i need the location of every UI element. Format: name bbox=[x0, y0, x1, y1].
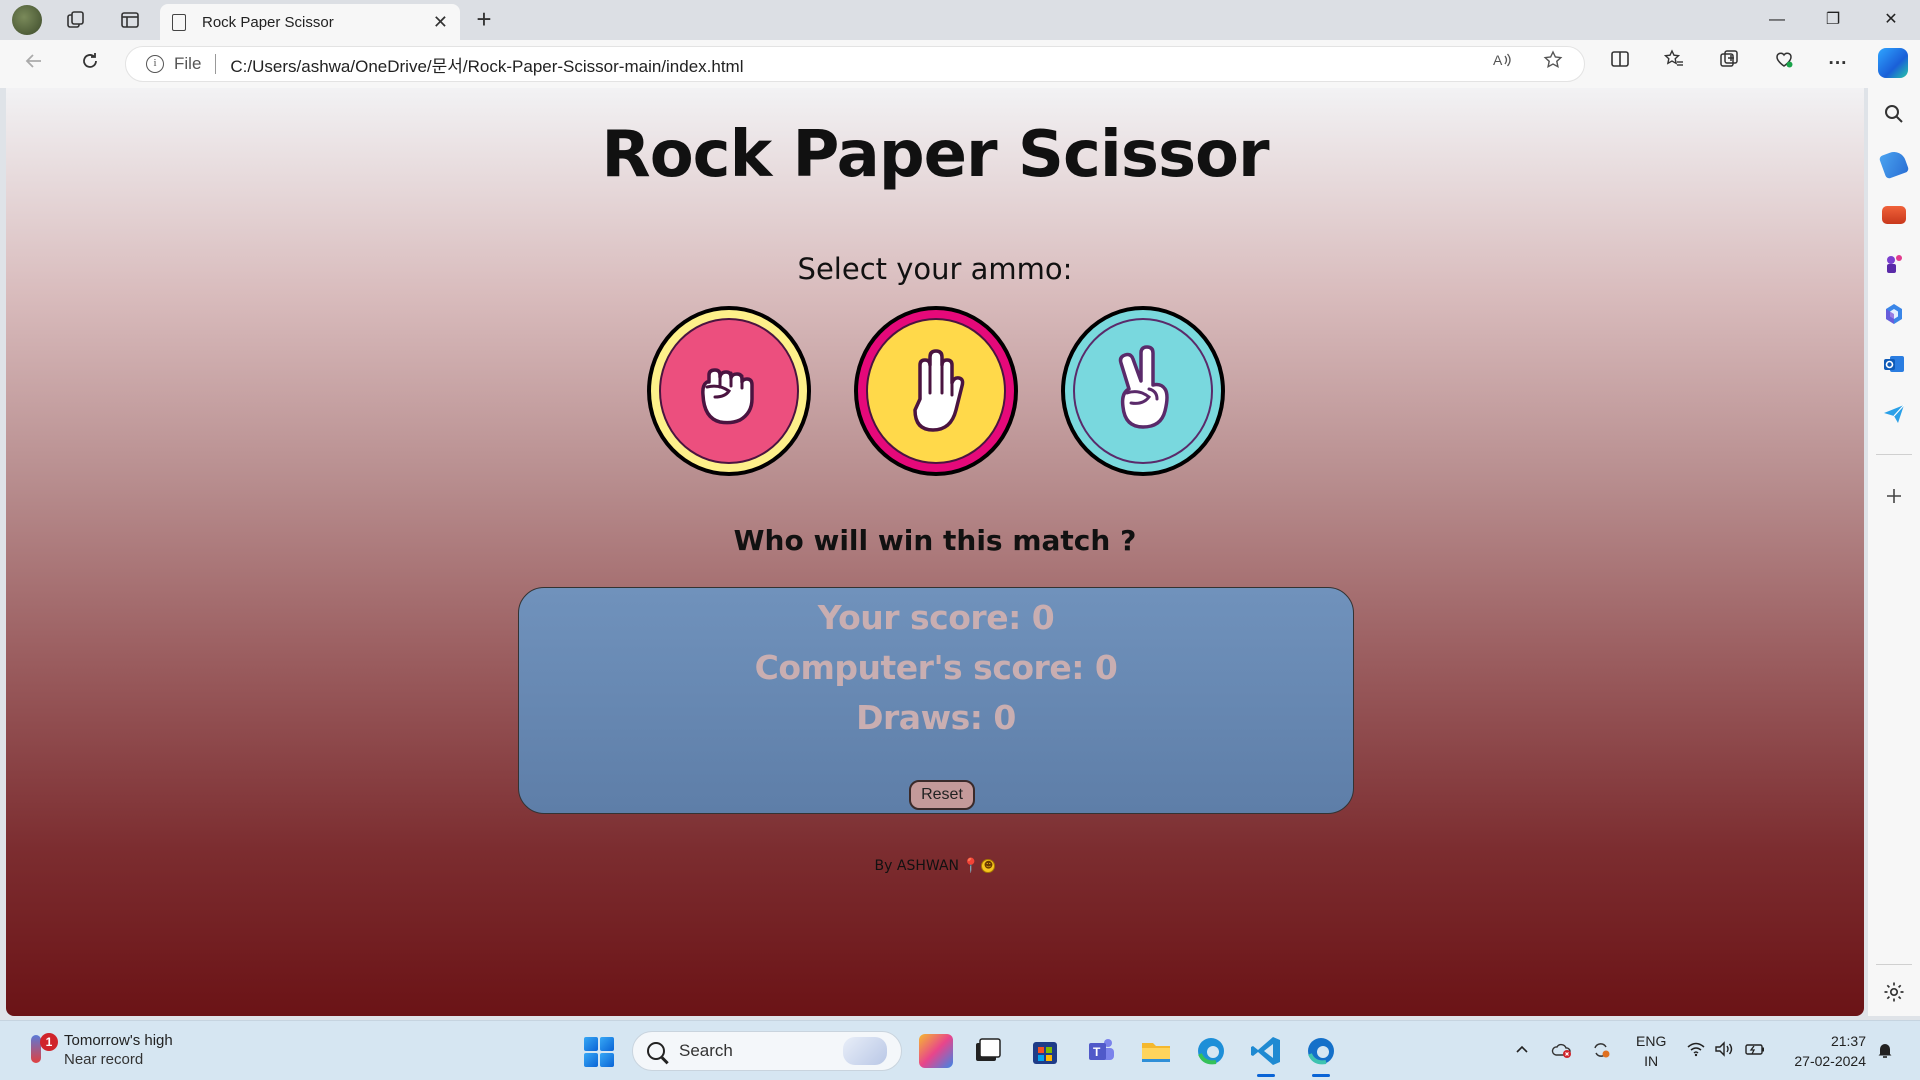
show-hidden-icons-chevron-icon[interactable] bbox=[1514, 1041, 1530, 1062]
fist-icon bbox=[701, 368, 754, 425]
edge-icon[interactable] bbox=[1194, 1034, 1228, 1068]
rock-ring bbox=[659, 318, 799, 464]
vertical-tabs-icon[interactable] bbox=[116, 6, 144, 34]
weather-title: Tomorrow's high bbox=[64, 1032, 173, 1049]
sidebar-settings-gear-icon[interactable] bbox=[1882, 980, 1906, 1004]
svg-text:A: A bbox=[1493, 52, 1503, 68]
credit-text: By ASHWAN bbox=[874, 858, 960, 874]
address-separator bbox=[215, 54, 217, 74]
notification-bell-icon[interactable] bbox=[1876, 1041, 1894, 1064]
rock-choice-button[interactable] bbox=[647, 306, 811, 476]
clock-date: 27-02-2024 bbox=[1794, 1053, 1866, 1069]
copilot-preview-app-icon[interactable] bbox=[919, 1034, 953, 1068]
edge-active-icon[interactable] bbox=[1304, 1034, 1338, 1077]
new-tab-button[interactable]: + bbox=[468, 4, 500, 36]
select-ammo-label: Select your ammo: bbox=[797, 252, 1073, 286]
browser-essentials-icon[interactable] bbox=[1768, 48, 1800, 80]
sidebar-divider bbox=[1876, 454, 1912, 455]
match-question: Who will win this match ? bbox=[733, 524, 1137, 557]
windows-taskbar: 1 Tomorrow's high Near record Search T E… bbox=[0, 1020, 1920, 1080]
close-window-button[interactable]: ✕ bbox=[1868, 6, 1914, 34]
microsoft-365-icon[interactable] bbox=[1882, 302, 1906, 326]
workspaces-icon[interactable] bbox=[62, 6, 90, 34]
clock-time: 21:37 bbox=[1830, 1033, 1866, 1049]
tab-close-icon[interactable]: ✕ bbox=[433, 12, 448, 33]
draws-count: Draws: 0 bbox=[856, 698, 1016, 737]
open-hand-icon bbox=[913, 349, 965, 432]
document-icon bbox=[172, 13, 186, 31]
task-view-icon[interactable] bbox=[971, 1034, 1005, 1068]
active-tab[interactable]: Rock Paper Scissor ✕ bbox=[160, 4, 460, 40]
copilot-icon[interactable] bbox=[1878, 48, 1908, 78]
system-clock[interactable]: 21:37 27-02-2024 bbox=[1786, 1031, 1866, 1071]
search-highlight-icon bbox=[843, 1037, 887, 1065]
tools-briefcase-icon[interactable] bbox=[1882, 206, 1906, 224]
minimize-button[interactable]: — bbox=[1754, 6, 1800, 34]
scissor-ring bbox=[1073, 318, 1213, 464]
address-bar[interactable]: i File C:/Users/ashwa/OneDrive/문서/Rock-P… bbox=[125, 46, 1585, 82]
credit-footer: By ASHWAN 📍 ☻ bbox=[6, 858, 1864, 874]
edge-sidebar bbox=[1868, 88, 1920, 1016]
split-screen-icon[interactable] bbox=[1604, 48, 1636, 80]
sidebar-add-icon[interactable] bbox=[1882, 484, 1906, 508]
your-score: Your score: 0 bbox=[817, 598, 1055, 637]
collections-icon[interactable] bbox=[1713, 48, 1745, 80]
outlook-icon[interactable] bbox=[1882, 352, 1906, 376]
battery-icon[interactable] bbox=[1744, 1041, 1766, 1062]
games-icon[interactable] bbox=[1882, 252, 1906, 276]
favorites-icon[interactable] bbox=[1658, 48, 1690, 80]
page-viewport: Rock Paper Scissor Select your ammo: Who… bbox=[6, 88, 1864, 1016]
windows-start-icon[interactable] bbox=[584, 1037, 614, 1067]
refresh-icon[interactable] bbox=[74, 48, 106, 80]
svg-text:T: T bbox=[1093, 1045, 1101, 1059]
wifi-icon[interactable] bbox=[1686, 1041, 1706, 1062]
volume-icon[interactable] bbox=[1714, 1041, 1734, 1062]
browser-toolbar: i File C:/Users/ashwa/OneDrive/문서/Rock-P… bbox=[0, 40, 1920, 88]
read-aloud-icon[interactable]: A bbox=[1492, 50, 1512, 75]
back-arrow-icon[interactable] bbox=[18, 48, 50, 80]
pin-emoji-icon: 📍 bbox=[962, 858, 980, 874]
onedrive-error-icon[interactable] bbox=[1551, 1041, 1573, 1064]
scoreboard: Your score: 0 Computer's score: 0 Draws:… bbox=[518, 587, 1354, 814]
reset-button[interactable]: Reset bbox=[909, 780, 975, 810]
sidebar-search-icon[interactable] bbox=[1882, 102, 1906, 126]
weather-widget[interactable]: 1 Tomorrow's high Near record bbox=[28, 1031, 173, 1069]
paper-ring bbox=[866, 318, 1006, 464]
more-options-icon[interactable]: ··· bbox=[1822, 48, 1854, 80]
weather-subtitle: Near record bbox=[64, 1051, 144, 1068]
tab-title: Rock Paper Scissor bbox=[202, 13, 334, 31]
sync-icon[interactable] bbox=[1591, 1041, 1611, 1064]
vscode-icon[interactable] bbox=[1249, 1034, 1283, 1077]
profile-avatar[interactable] bbox=[12, 5, 42, 35]
peace-hand-icon bbox=[1118, 345, 1169, 429]
info-icon[interactable]: i bbox=[146, 55, 164, 73]
browser-title-bar: Rock Paper Scissor ✕ + — ❐ ✕ bbox=[0, 0, 1920, 40]
search-label: Search bbox=[679, 1041, 733, 1060]
microsoft-store-icon[interactable] bbox=[1028, 1034, 1062, 1068]
scissor-choice-button[interactable] bbox=[1061, 306, 1225, 476]
sidebar-divider-bottom bbox=[1876, 964, 1912, 965]
favorite-star-icon[interactable] bbox=[1543, 50, 1563, 75]
smiley-emoji-icon: ☻ bbox=[981, 859, 996, 873]
file-explorer-icon[interactable] bbox=[1139, 1034, 1173, 1068]
url-text[interactable]: C:/Users/ashwa/OneDrive/문서/Rock-Paper-Sc… bbox=[230, 52, 1564, 77]
restore-button[interactable]: ❐ bbox=[1810, 6, 1856, 34]
language-code: ENG bbox=[1636, 1033, 1667, 1049]
language-indicator[interactable]: ENG IN bbox=[1636, 1031, 1666, 1071]
paper-choice-button[interactable] bbox=[854, 306, 1018, 476]
search-icon bbox=[647, 1042, 665, 1060]
teams-icon[interactable]: T bbox=[1084, 1034, 1118, 1068]
computer-score: Computer's score: 0 bbox=[754, 648, 1118, 687]
shopping-tag-icon[interactable] bbox=[1878, 148, 1910, 180]
taskbar-search[interactable]: Search bbox=[632, 1031, 902, 1071]
thermometer-icon: 1 bbox=[28, 1033, 58, 1067]
send-drop-icon[interactable] bbox=[1882, 402, 1906, 426]
weather-alert-badge: 1 bbox=[40, 1033, 58, 1051]
page-title: Rock Paper Scissor bbox=[601, 118, 1269, 192]
region-code: IN bbox=[1644, 1053, 1659, 1069]
scheme-label: File bbox=[174, 54, 202, 73]
